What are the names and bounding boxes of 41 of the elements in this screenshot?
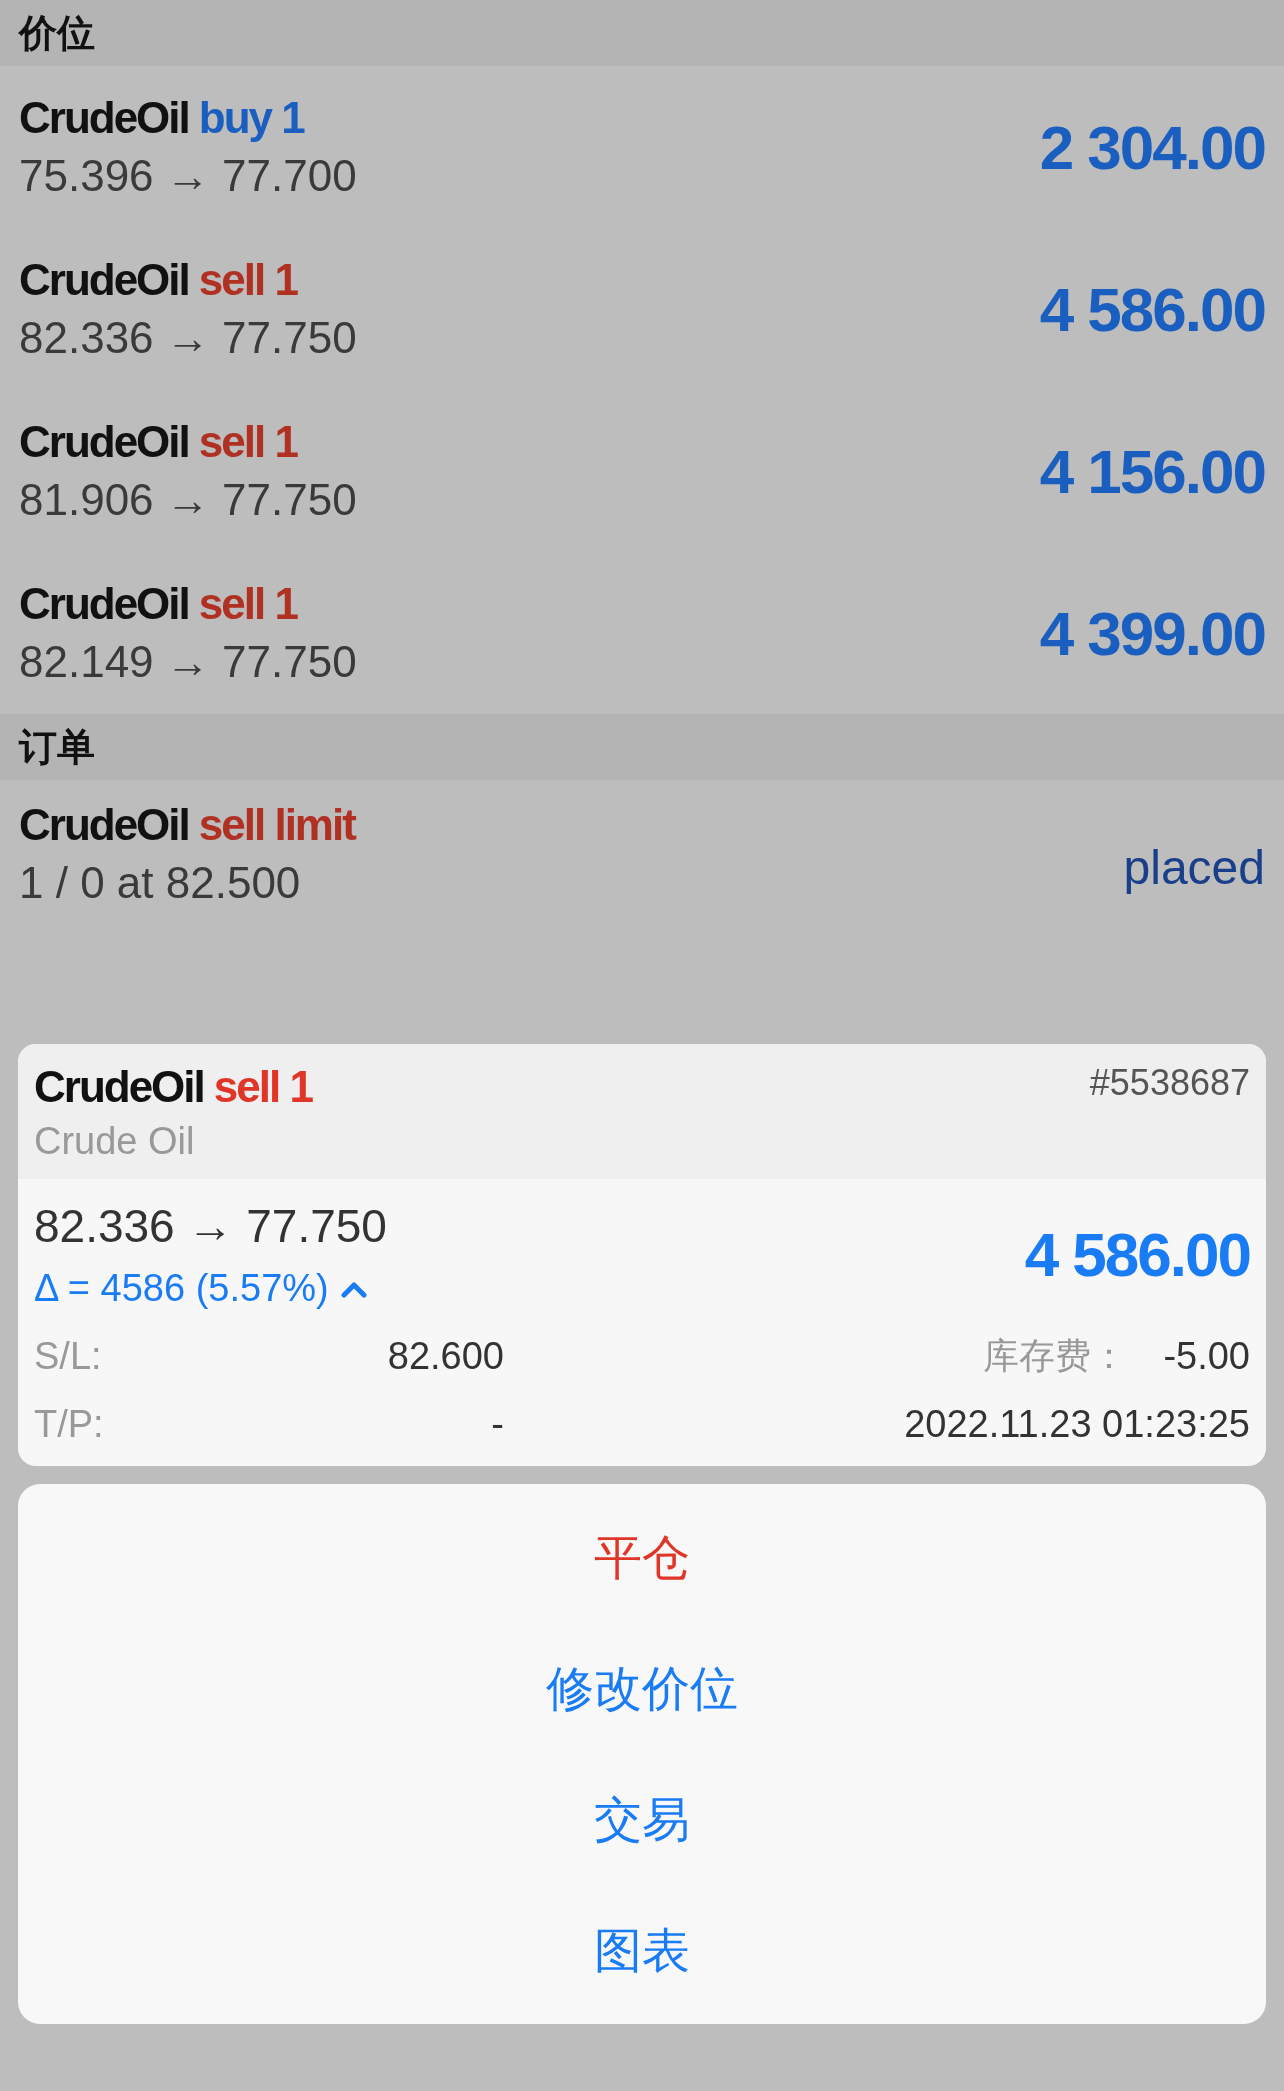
action-button[interactable]: 图表 bbox=[18, 1885, 1266, 2016]
card-symbol: CrudeOil bbox=[34, 1062, 204, 1112]
position-symbol: CrudeOil bbox=[19, 255, 189, 305]
position-profit: 4 399.00 bbox=[1039, 597, 1265, 669]
position-symbol: CrudeOil bbox=[19, 417, 189, 467]
delta-text: Δ = 4586 (5.57%) bbox=[34, 1267, 329, 1310]
position-symbol: CrudeOil bbox=[19, 579, 189, 629]
position-prices: 81.906 → 77.750 bbox=[19, 475, 357, 525]
tp-value: - bbox=[490, 1403, 504, 1446]
position-profit: 4 586.00 bbox=[1039, 273, 1265, 345]
position-prices: 82.336 → 77.750 bbox=[19, 313, 357, 363]
card-type: sell 1 bbox=[213, 1062, 312, 1112]
order-status: placed bbox=[1123, 840, 1265, 895]
position-type: buy 1 bbox=[198, 93, 304, 143]
section-title: 订单 bbox=[19, 723, 95, 771]
action-button[interactable]: 平仓 bbox=[18, 1492, 1266, 1623]
position-type: sell 1 bbox=[198, 579, 297, 629]
open-time: 2022.11.23 01:23:25 bbox=[904, 1403, 1250, 1446]
position-profit: 2 304.00 bbox=[1039, 111, 1265, 183]
order-type: sell limit bbox=[198, 800, 355, 850]
position-type: sell 1 bbox=[198, 255, 297, 305]
tp-label: T/P: bbox=[34, 1403, 105, 1446]
position-prices: 75.396 → 77.700 bbox=[19, 151, 357, 201]
sl-label: S/L: bbox=[34, 1335, 103, 1378]
section-title: 价位 bbox=[19, 9, 95, 57]
sl-value: 82.600 bbox=[386, 1335, 504, 1378]
card-description: Crude Oil bbox=[34, 1120, 196, 1163]
card-prices: 82.336 → 77.750 bbox=[34, 1199, 387, 1253]
position-profit: 4 156.00 bbox=[1039, 435, 1265, 507]
card-profit: 4 586.00 bbox=[1024, 1219, 1250, 1290]
position-prices: 82.149 → 77.750 bbox=[19, 637, 357, 687]
position-symbol: CrudeOil bbox=[19, 93, 189, 143]
swap-label: 库存费： bbox=[983, 1334, 1128, 1378]
ticket-number: #5538687 bbox=[1089, 1062, 1250, 1104]
action-button[interactable]: 交易 bbox=[18, 1754, 1266, 1885]
swap-value: -5.00 bbox=[1163, 1335, 1250, 1378]
action-button[interactable]: 修改价位 bbox=[18, 1623, 1266, 1754]
position-type: sell 1 bbox=[198, 417, 297, 467]
chevron-up-icon[interactable] bbox=[340, 1279, 367, 1298]
order-detail: 1 / 0 at 82.500 bbox=[19, 858, 302, 908]
order-symbol: CrudeOil bbox=[19, 800, 189, 850]
